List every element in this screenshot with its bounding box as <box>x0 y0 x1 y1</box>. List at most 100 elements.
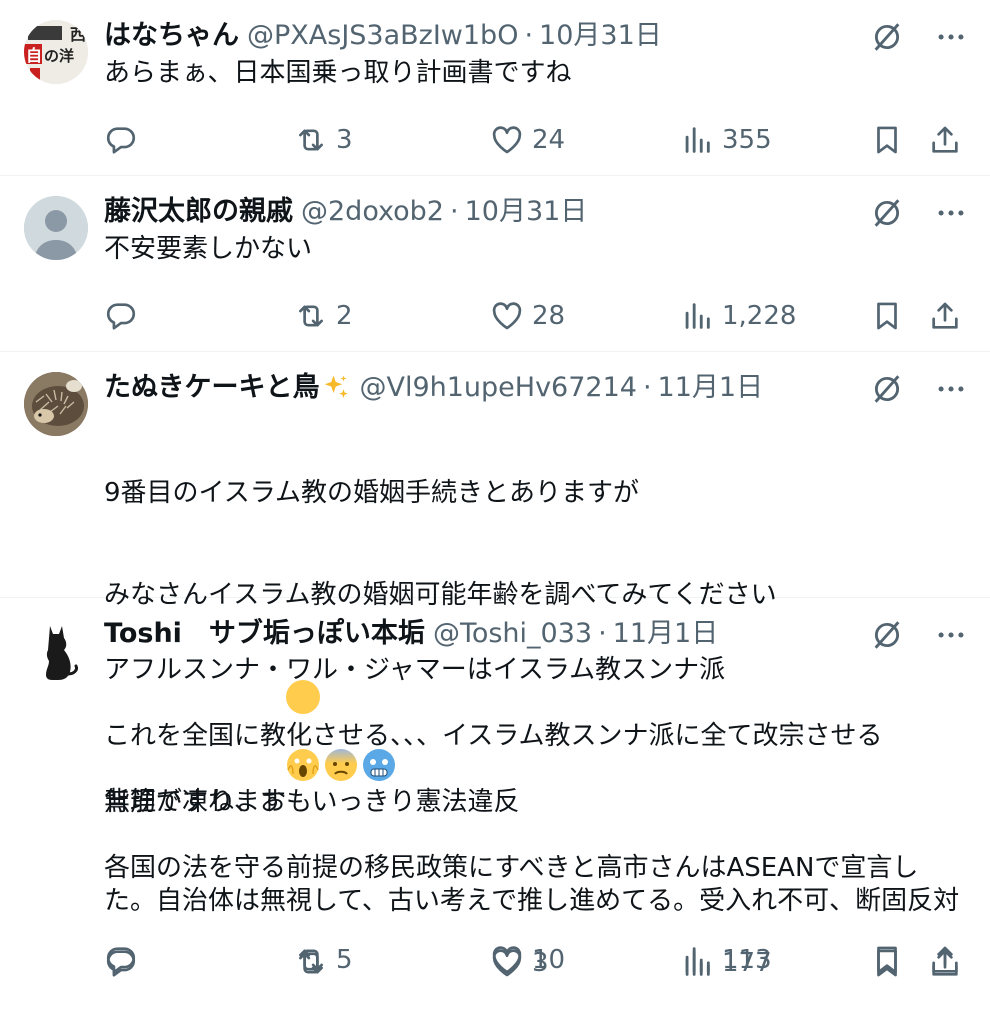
hedgehog-avatar-image <box>24 372 88 436</box>
retweet-icon <box>299 129 323 151</box>
more-icon[interactable] <box>934 372 968 406</box>
retweet-count: 3 <box>336 125 353 155</box>
like-count: 24 <box>532 125 566 155</box>
more-icon[interactable] <box>934 618 968 652</box>
reply-feed: 西 自 の洋 死 はなちゃん @PXAsJS3aBzIw1bO · 10月31日… <box>0 0 990 1030</box>
retweet-icon <box>299 949 323 971</box>
tweet[interactable]: 西 自 の洋 死 はなちゃん @PXAsJS3aBzIw1bO · 10月31日… <box>0 0 990 176</box>
reply-button[interactable] <box>104 123 138 157</box>
like-count: 10 <box>532 945 566 975</box>
action-bar: 2 28 1,228 <box>104 284 966 348</box>
share-icon <box>932 302 958 329</box>
share-icon <box>932 126 958 153</box>
views-button[interactable]: 1,228 <box>680 299 796 333</box>
views-icon <box>685 127 710 153</box>
grok-icon[interactable] <box>870 196 904 230</box>
display-name[interactable]: はなちゃん <box>104 18 239 54</box>
views-button[interactable]: 355 <box>680 123 772 157</box>
retweet-button[interactable]: 3 <box>294 123 353 157</box>
views-icon <box>685 303 710 329</box>
timestamp[interactable]: 11月1日 <box>658 370 764 406</box>
sparkles-icon <box>325 375 349 398</box>
bookmark-icon <box>877 126 897 154</box>
tweet-top-actions <box>870 618 968 652</box>
like-button[interactable]: 28 <box>490 299 565 333</box>
action-bar: 5 10 113 <box>104 928 966 992</box>
separator-dot: · <box>450 196 459 227</box>
separator-dot: · <box>524 20 534 51</box>
separator-dot: · <box>598 618 607 649</box>
bookmark-button[interactable] <box>870 299 904 333</box>
tweet[interactable]: 藤沢太郎の親戚 @2doxob2 · 10月31日 不安要素しかない 2 28 <box>0 176 990 352</box>
grok-icon[interactable] <box>870 618 904 652</box>
heart-icon <box>492 126 522 154</box>
tweet-top-actions <box>870 20 968 54</box>
svg-text:の洋: の洋 <box>44 47 74 65</box>
view-count: 113 <box>722 945 772 975</box>
tweet[interactable]: たぬきケーキと鳥 @Vl9h1upeHv67214 · 11月1日 9番目のイス… <box>0 352 990 978</box>
tweet-body: はなちゃん @PXAsJS3aBzIw1bO · 10月31日 あらまぁ、日本国… <box>104 18 966 175</box>
views-button[interactable]: 113 <box>680 943 772 977</box>
reply-button[interactable] <box>104 943 138 977</box>
more-icon[interactable] <box>934 196 968 230</box>
timestamp[interactable]: 10月31日 <box>465 194 588 230</box>
grok-icon[interactable] <box>870 372 904 406</box>
avatar-text: 死 <box>28 71 40 84</box>
bookmark-icon <box>877 946 897 974</box>
tweet-text: 不安要素しかない <box>104 234 313 264</box>
tweet-header: Toshi サブ垢っぽい本垢 @Toshi_033 · 11月1日 <box>104 616 966 652</box>
timestamp[interactable]: 10月31日 <box>539 18 662 54</box>
share-icon <box>932 946 958 973</box>
reply-icon <box>106 947 136 974</box>
reply-icon <box>106 303 136 330</box>
like-button[interactable]: 10 <box>490 943 565 977</box>
tweet-text: あらまぁ、日本国乗っ取り計画書ですね <box>104 58 572 88</box>
avatar-text: 西 <box>70 26 86 44</box>
retweet-icon <box>299 305 323 327</box>
grok-icon[interactable] <box>870 20 904 54</box>
reply-icon <box>106 127 136 154</box>
views-icon <box>685 947 710 973</box>
action-bar: 3 24 355 <box>104 108 966 172</box>
display-name[interactable]: 藤沢太郎の親戚 <box>104 194 293 230</box>
tweet[interactable]: Toshi サブ垢っぽい本垢 @Toshi_033 · 11月1日 アフルスンナ… <box>0 598 990 1030</box>
bookmark-button[interactable] <box>870 943 904 977</box>
user-handle[interactable]: @Toshi_033 <box>433 616 592 652</box>
tweet-body: Toshi サブ垢っぽい本垢 @Toshi_033 · 11月1日 アフルスンナ… <box>104 616 966 1030</box>
tweet-body: たぬきケーキと鳥 @Vl9h1upeHv67214 · 11月1日 9番目のイス… <box>104 370 966 978</box>
share-button[interactable] <box>928 123 962 157</box>
user-handle[interactable]: @2doxob2 <box>301 194 444 230</box>
tweet-header: はなちゃん @PXAsJS3aBzIw1bO · 10月31日 <box>104 18 966 54</box>
display-name[interactable]: たぬきケーキと鳥 <box>104 370 319 406</box>
view-count: 355 <box>722 125 772 155</box>
like-count: 28 <box>532 301 566 331</box>
share-button[interactable] <box>928 943 962 977</box>
more-icon[interactable] <box>934 20 968 54</box>
reply-button[interactable] <box>104 299 138 333</box>
separator-dot: · <box>642 372 652 403</box>
tweet-text: アフルスンナ・ワル・ジャマーはイスラム教スンナ派 これを全国に教化させる、、、イ… <box>104 655 960 916</box>
tweet-body: 藤沢太郎の親戚 @2doxob2 · 10月31日 不安要素しかない 2 28 <box>104 194 966 351</box>
view-count: 1,228 <box>722 301 797 331</box>
tweet-header: 藤沢太郎の親戚 @2doxob2 · 10月31日 <box>104 194 966 230</box>
display-name[interactable]: Toshi サブ垢っぽい本垢 <box>104 616 425 652</box>
bookmark-icon <box>877 302 897 330</box>
tweet-header: たぬきケーキと鳥 @Vl9h1upeHv67214 · 11月1日 <box>104 370 966 406</box>
avatar[interactable] <box>24 196 88 260</box>
share-button[interactable] <box>928 299 962 333</box>
retweet-button[interactable]: 2 <box>294 299 353 333</box>
bookmark-button[interactable] <box>870 123 904 157</box>
user-handle[interactable]: @PXAsJS3aBzIw1bO <box>247 18 518 54</box>
default-profile-icon <box>24 196 88 260</box>
retweet-count: 5 <box>336 945 353 975</box>
user-handle[interactable]: @Vl9h1upeHv67214 <box>359 370 636 406</box>
retweet-button[interactable]: 5 <box>294 943 353 977</box>
like-button[interactable]: 24 <box>490 123 565 157</box>
avatar[interactable] <box>24 618 88 682</box>
timestamp[interactable]: 11月1日 <box>613 616 719 652</box>
avatar[interactable] <box>24 372 88 436</box>
avatar[interactable]: 西 自 の洋 死 <box>24 20 88 84</box>
retweet-count: 2 <box>336 301 353 331</box>
heart-icon <box>492 946 522 974</box>
heart-icon <box>492 302 522 330</box>
